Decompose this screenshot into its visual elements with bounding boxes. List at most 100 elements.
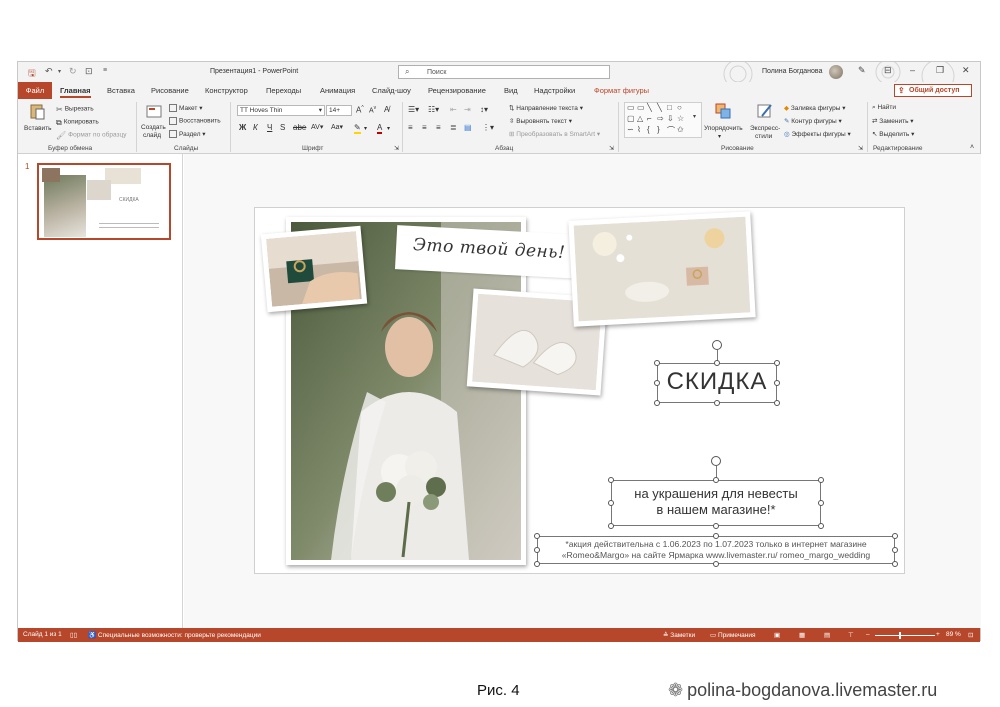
save-icon[interactable]: 🖫 [28, 66, 36, 82]
rotate-handle-icon[interactable] [711, 456, 721, 466]
arrow-shape-icon[interactable]: ⇩ [667, 114, 674, 123]
zoom-level[interactable]: 89 % [946, 631, 961, 638]
slideshow-icon[interactable]: ⊤ [848, 631, 854, 639]
align-right-icon[interactable]: ≡ [436, 123, 441, 132]
redo-icon[interactable]: ↻ [69, 66, 77, 77]
tab-view[interactable]: Вид [504, 86, 518, 95]
collapse-ribbon-icon[interactable]: ˄ [970, 144, 974, 151]
zoom-slider[interactable] [875, 635, 935, 636]
new-slide-label-1[interactable]: Создать [141, 124, 166, 131]
presenter-icon[interactable]: ⊡ [85, 66, 93, 77]
jewelry-photo[interactable] [568, 211, 756, 327]
paste-label[interactable]: Вставить [24, 125, 52, 132]
new-slide-icon[interactable] [145, 102, 163, 120]
resize-handle[interactable] [608, 523, 614, 529]
vertical-text-shape-icon[interactable]: ▭ [637, 103, 645, 112]
reading-view-icon[interactable]: ▤ [824, 631, 830, 639]
slide-title[interactable]: Это твой день! [396, 234, 583, 264]
rounded-rect-shape-icon[interactable]: ▢ [627, 114, 635, 123]
smartart-button[interactable]: ⊞ Преобразовать в SmartArt ▾ [509, 130, 600, 138]
minimize-icon[interactable]: – [910, 65, 915, 75]
resize-handle[interactable] [713, 561, 719, 567]
resize-handle[interactable] [654, 360, 660, 366]
tab-review[interactable]: Рецензирование [428, 86, 486, 95]
format-painter-button[interactable]: 🖌 Формат по образцу [56, 131, 126, 140]
align-text-button[interactable]: ⇳ Выровнять текст ▾ [509, 117, 572, 125]
line-spacing-icon[interactable]: ↕▾ [480, 105, 488, 114]
bold-icon[interactable]: Ж [239, 123, 246, 132]
fine-print[interactable]: *акция действительна с 1.06.2023 по 1.07… [537, 539, 895, 561]
star-shape-icon[interactable]: ☆ [677, 114, 684, 123]
arc-shape-icon[interactable]: ⌒ [667, 125, 675, 136]
zoom-in-icon[interactable]: + [936, 631, 940, 638]
triangle-shape-icon[interactable]: △ [637, 114, 643, 123]
chevron-down-icon[interactable]: ▾ [387, 125, 390, 132]
distribute-icon[interactable]: ⋮▾ [482, 123, 494, 132]
reset-button[interactable]: Восстановить [169, 117, 221, 125]
connector-shape-icon[interactable]: ⌐ [647, 114, 652, 123]
chevron-down-icon[interactable]: ▾ [364, 125, 367, 132]
columns-icon[interactable]: ▤ [464, 123, 472, 132]
accessibility-button[interactable]: ♿ Специальные возможности: проверьте рек… [88, 631, 261, 639]
tab-design[interactable]: Конструктор [205, 86, 248, 95]
tab-shape-format[interactable]: Формат фигуры [594, 86, 649, 95]
resize-handle[interactable] [714, 400, 720, 406]
resize-handle[interactable] [714, 360, 720, 366]
clear-format-icon[interactable]: A̸ [384, 105, 389, 114]
underline-icon[interactable]: Ч [267, 123, 272, 132]
layout-button[interactable]: Макет ▾ [169, 104, 202, 113]
undo-icon[interactable]: ↶ [45, 66, 53, 77]
notes-button[interactable]: ≙ Заметки [663, 631, 695, 639]
new-slide-label-2[interactable]: слайд [143, 132, 161, 139]
resize-handle[interactable] [818, 477, 824, 483]
tab-insert[interactable]: Вставка [107, 86, 135, 95]
undo-dropdown-icon[interactable]: ▾ [58, 68, 61, 75]
text-direction-button[interactable]: ⇅ Направление текста ▾ [509, 104, 583, 112]
share-button[interactable]: ⇪ Общий доступ [894, 84, 972, 97]
shape-fill-button[interactable]: ◆ Заливка фигуры ▾ [784, 104, 846, 112]
tab-slideshow[interactable]: Слайд-шоу [372, 86, 411, 95]
pen-icon[interactable]: ✎ [858, 65, 866, 76]
book-icon[interactable]: ▯▯ [70, 631, 77, 639]
font-name-select[interactable]: TT Hoves Thin ▾ [237, 105, 325, 116]
copy-button[interactable]: ⧉ Копировать [56, 118, 99, 127]
dialog-launcher-icon[interactable]: ⇲ [858, 145, 863, 152]
shape-outline-button[interactable]: ✎ Контур фигуры ▾ [784, 117, 842, 125]
headline-text[interactable]: СКИДКА [657, 368, 777, 396]
rotate-handle-icon[interactable] [712, 340, 722, 350]
resize-handle[interactable] [608, 477, 614, 483]
char-spacing-icon[interactable]: AV▾ [311, 123, 323, 131]
decrease-indent-icon[interactable]: ⇤ [450, 105, 457, 114]
dialog-launcher-icon[interactable]: ⇲ [609, 145, 614, 152]
quick-styles-label-2[interactable]: стили [755, 133, 772, 140]
fit-slide-icon[interactable]: ⊡ [968, 631, 973, 639]
star-shape-icon[interactable]: ✩ [677, 125, 684, 134]
rings-photo[interactable] [260, 225, 368, 313]
justify-icon[interactable]: ≣ [450, 123, 457, 132]
shapes-gallery[interactable]: ▭ ▭ ╲ ╲ □ ○ ▢ △ ⌐ ⇨ ⇩ ☆ ∽ ⌇ { } ⌒ ✩ ▾ [624, 102, 702, 138]
slide-thumbnail[interactable]: СКИДКА [37, 163, 171, 240]
resize-handle[interactable] [774, 360, 780, 366]
tab-draw[interactable]: Рисование [151, 86, 189, 95]
tab-file[interactable]: Файл [18, 82, 52, 99]
arrange-label[interactable]: Упорядочить [704, 125, 743, 132]
section-button[interactable]: Раздел ▾ [169, 130, 206, 139]
subtext[interactable]: на украшения для невесты в нашем магазин… [611, 486, 821, 518]
arrow-shape-icon[interactable]: ⇨ [657, 114, 664, 123]
ribbon-display-icon[interactable]: ⊟ [884, 65, 892, 76]
shadow-icon[interactable]: S [280, 123, 285, 132]
resize-handle[interactable] [713, 523, 719, 529]
curve-shape-icon[interactable]: ∽ [627, 125, 634, 134]
comments-button[interactable]: ▭ Примечания [710, 631, 755, 639]
numbering-icon[interactable]: ☷▾ [428, 105, 439, 114]
zoom-slider-thumb[interactable] [899, 632, 901, 639]
line-shape-icon[interactable]: ╲ [657, 103, 662, 112]
strikethrough-icon[interactable]: abe [293, 123, 306, 132]
avatar[interactable] [829, 65, 843, 79]
tab-home[interactable]: Главная [60, 86, 91, 98]
normal-view-icon[interactable]: ▣ [774, 631, 780, 639]
highlight-icon[interactable]: ✎ [354, 123, 361, 134]
close-icon[interactable]: ✕ [962, 65, 970, 76]
find-button[interactable]: ⌕ Найти [872, 104, 896, 112]
change-case-icon[interactable]: Aa▾ [331, 123, 343, 131]
